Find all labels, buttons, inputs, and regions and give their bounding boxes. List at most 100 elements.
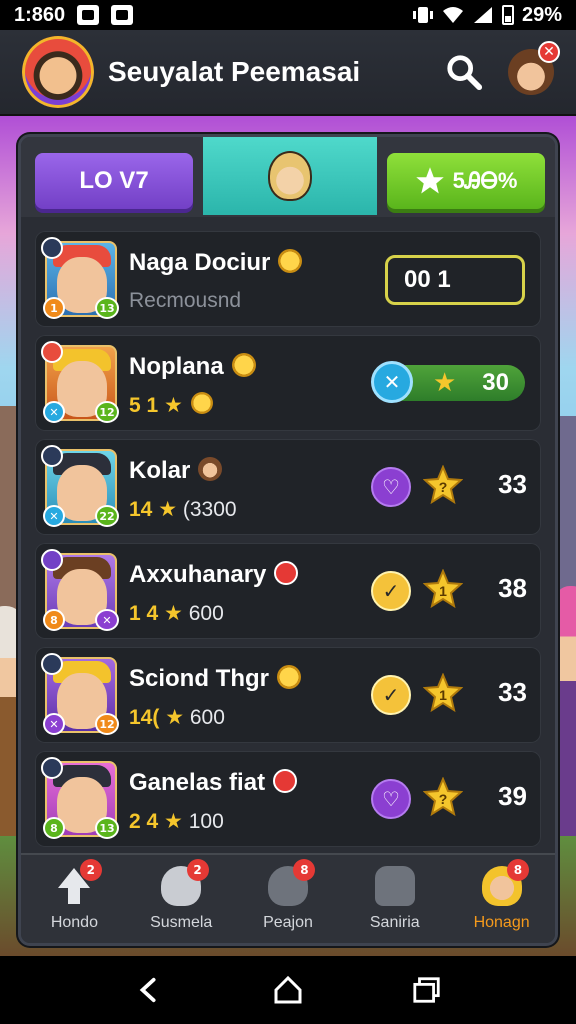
tab-stars-label: 5ᎯᎾ%	[452, 168, 518, 193]
app-title: Seuyalat Peemasai	[108, 56, 361, 87]
stat-number: 5 1	[129, 394, 159, 417]
avatar-badge-left: 1	[43, 297, 65, 319]
svg-text:?: ?	[439, 791, 448, 807]
code-field[interactable]: 00 1	[385, 255, 525, 305]
list-item[interactable]: 1 13 Naga Dociur Recmousnd 00 1	[35, 231, 541, 327]
player-score: 33	[498, 469, 527, 499]
stat-value: 600	[188, 602, 224, 625]
stat-value: 600	[189, 706, 225, 729]
avatar: ✕ 12	[41, 653, 119, 735]
avatar-badge-right: 12	[95, 401, 119, 423]
stat-number: 1 4	[129, 602, 159, 625]
nav-label: Peajon	[263, 914, 313, 931]
star-rank-icon: 1	[422, 568, 464, 609]
player-score: 39	[498, 781, 527, 811]
list-item[interactable]: ✕ 12 Noplana 5 1 ★ ✕ ★ 30	[35, 335, 541, 431]
rank-icon	[41, 757, 63, 779]
wifi-icon	[442, 7, 463, 23]
system-nav-bar	[0, 956, 576, 1024]
notification-dice-icon	[111, 5, 134, 25]
tab-level[interactable]: LO V7	[35, 153, 193, 209]
player-stats: 1 4 ★ 600	[129, 601, 224, 626]
list-item[interactable]: 8 ✕ Axxuhanary 1 4 ★ 600 ✓ 1 38	[35, 543, 541, 639]
rank-icon	[41, 653, 63, 675]
tab-character[interactable]	[203, 137, 377, 215]
recents-icon	[413, 977, 440, 1003]
avatar-badge-right: 13	[95, 817, 119, 839]
nav-item-saniria[interactable]: Saniria	[341, 855, 448, 943]
player-stats: 5 1 ★	[129, 392, 213, 418]
character-face-icon	[268, 151, 312, 201]
player-name: Noplana	[129, 352, 256, 381]
nav-item-hondo[interactable]: 2 Hondo	[21, 855, 128, 943]
stat-value: (3300	[182, 498, 237, 521]
stat-number: 2 4	[129, 810, 159, 833]
star-icon: ★	[164, 394, 183, 417]
player-score: 38	[498, 573, 527, 603]
battery-percent: 29%	[521, 3, 562, 26]
bottom-nav: 2 Hondo 2 Susmela 8 Peajon Saniria 8 Hon…	[21, 853, 555, 943]
home-button[interactable]	[268, 970, 308, 1010]
home-icon	[274, 975, 302, 1004]
nav-item-susmela[interactable]: 2 Susmela	[128, 855, 235, 943]
svg-text:?: ?	[439, 479, 448, 495]
close-badge-icon	[274, 560, 299, 585]
nav-label: Saniria	[369, 914, 420, 931]
player-name: Sciond Thgr	[129, 664, 301, 693]
profile-close-badge[interactable]: ✕	[538, 41, 560, 63]
star-icon	[415, 167, 444, 194]
swap-icon[interactable]: ✕	[371, 361, 413, 403]
player-name-text: Sciond Thgr	[129, 665, 269, 692]
nav-item-honagn[interactable]: 8 Honagn	[448, 855, 555, 943]
nav-label: Hondo	[50, 914, 98, 931]
star-icon: ★	[158, 498, 178, 521]
back-button[interactable]	[129, 970, 169, 1010]
stat-value: 100	[188, 810, 224, 833]
rank-icon	[41, 445, 63, 467]
rank-icon	[41, 237, 63, 259]
player-name-text: Axxuhanary	[129, 561, 267, 588]
list-item[interactable]: ✕ 22 Kolar 14 ★ (3300 ♡ ? 33	[35, 439, 541, 535]
tab-bar: LO V7 5ᎯᎾ%	[21, 137, 555, 217]
notification-edit-icon	[77, 5, 100, 25]
star-rank-icon: ?	[422, 776, 464, 817]
nav-label: Honagn	[473, 914, 530, 931]
avatar: 8 ✕	[41, 549, 119, 631]
player-name: Ganelas fiat	[129, 768, 298, 797]
cell-signal-icon	[473, 7, 492, 23]
player-stats: 2 4 ★ 100	[129, 809, 224, 834]
star-icon: ★	[164, 602, 183, 625]
avatar-badge-left: ✕	[43, 713, 65, 735]
star-icon: ★	[164, 810, 183, 833]
app-header: Seuyalat Peemasai ✕	[0, 30, 576, 116]
heart-button[interactable]: ♡	[371, 779, 411, 819]
status-bar: 1:860 29%	[0, 0, 576, 30]
nav-badge: 8	[293, 859, 316, 881]
player-name-text: Ganelas fiat	[129, 769, 266, 796]
rank-icon	[41, 549, 63, 571]
search-button[interactable]	[442, 50, 486, 94]
battery-icon	[501, 5, 514, 25]
gold-badge-icon	[278, 248, 303, 273]
svg-text:1: 1	[439, 687, 447, 703]
avatar-badge-left: 8	[43, 609, 65, 631]
recents-button[interactable]	[407, 970, 447, 1010]
player-stats: 14( ★ 600	[129, 705, 225, 730]
avatar-badge-left: 8	[43, 817, 65, 839]
player-score: 33	[498, 677, 527, 707]
avatar: 8 13	[41, 757, 119, 839]
coin-icon	[190, 392, 213, 415]
check-button[interactable]: ✓	[371, 571, 411, 611]
rank-icon	[41, 341, 63, 363]
svg-text:1: 1	[439, 583, 447, 599]
list-item[interactable]: 8 13 Ganelas fiat 2 4 ★ 100 ♡ ? 39	[35, 751, 541, 847]
score-pill[interactable]: ✕ ★ 30	[371, 361, 525, 403]
profile-button[interactable]: ✕	[508, 41, 560, 95]
list-item[interactable]: ✕ 12 Sciond Thgr 14( ★ 600 ✓ 1 33	[35, 647, 541, 743]
nav-item-peajon[interactable]: 8 Peajon	[235, 855, 342, 943]
heart-button[interactable]: ♡	[371, 467, 411, 507]
tab-stars[interactable]: 5ᎯᎾ%	[387, 153, 545, 209]
player-name-text: Noplana	[129, 353, 224, 380]
check-button[interactable]: ✓	[371, 675, 411, 715]
stat-number: 14(	[129, 706, 160, 729]
